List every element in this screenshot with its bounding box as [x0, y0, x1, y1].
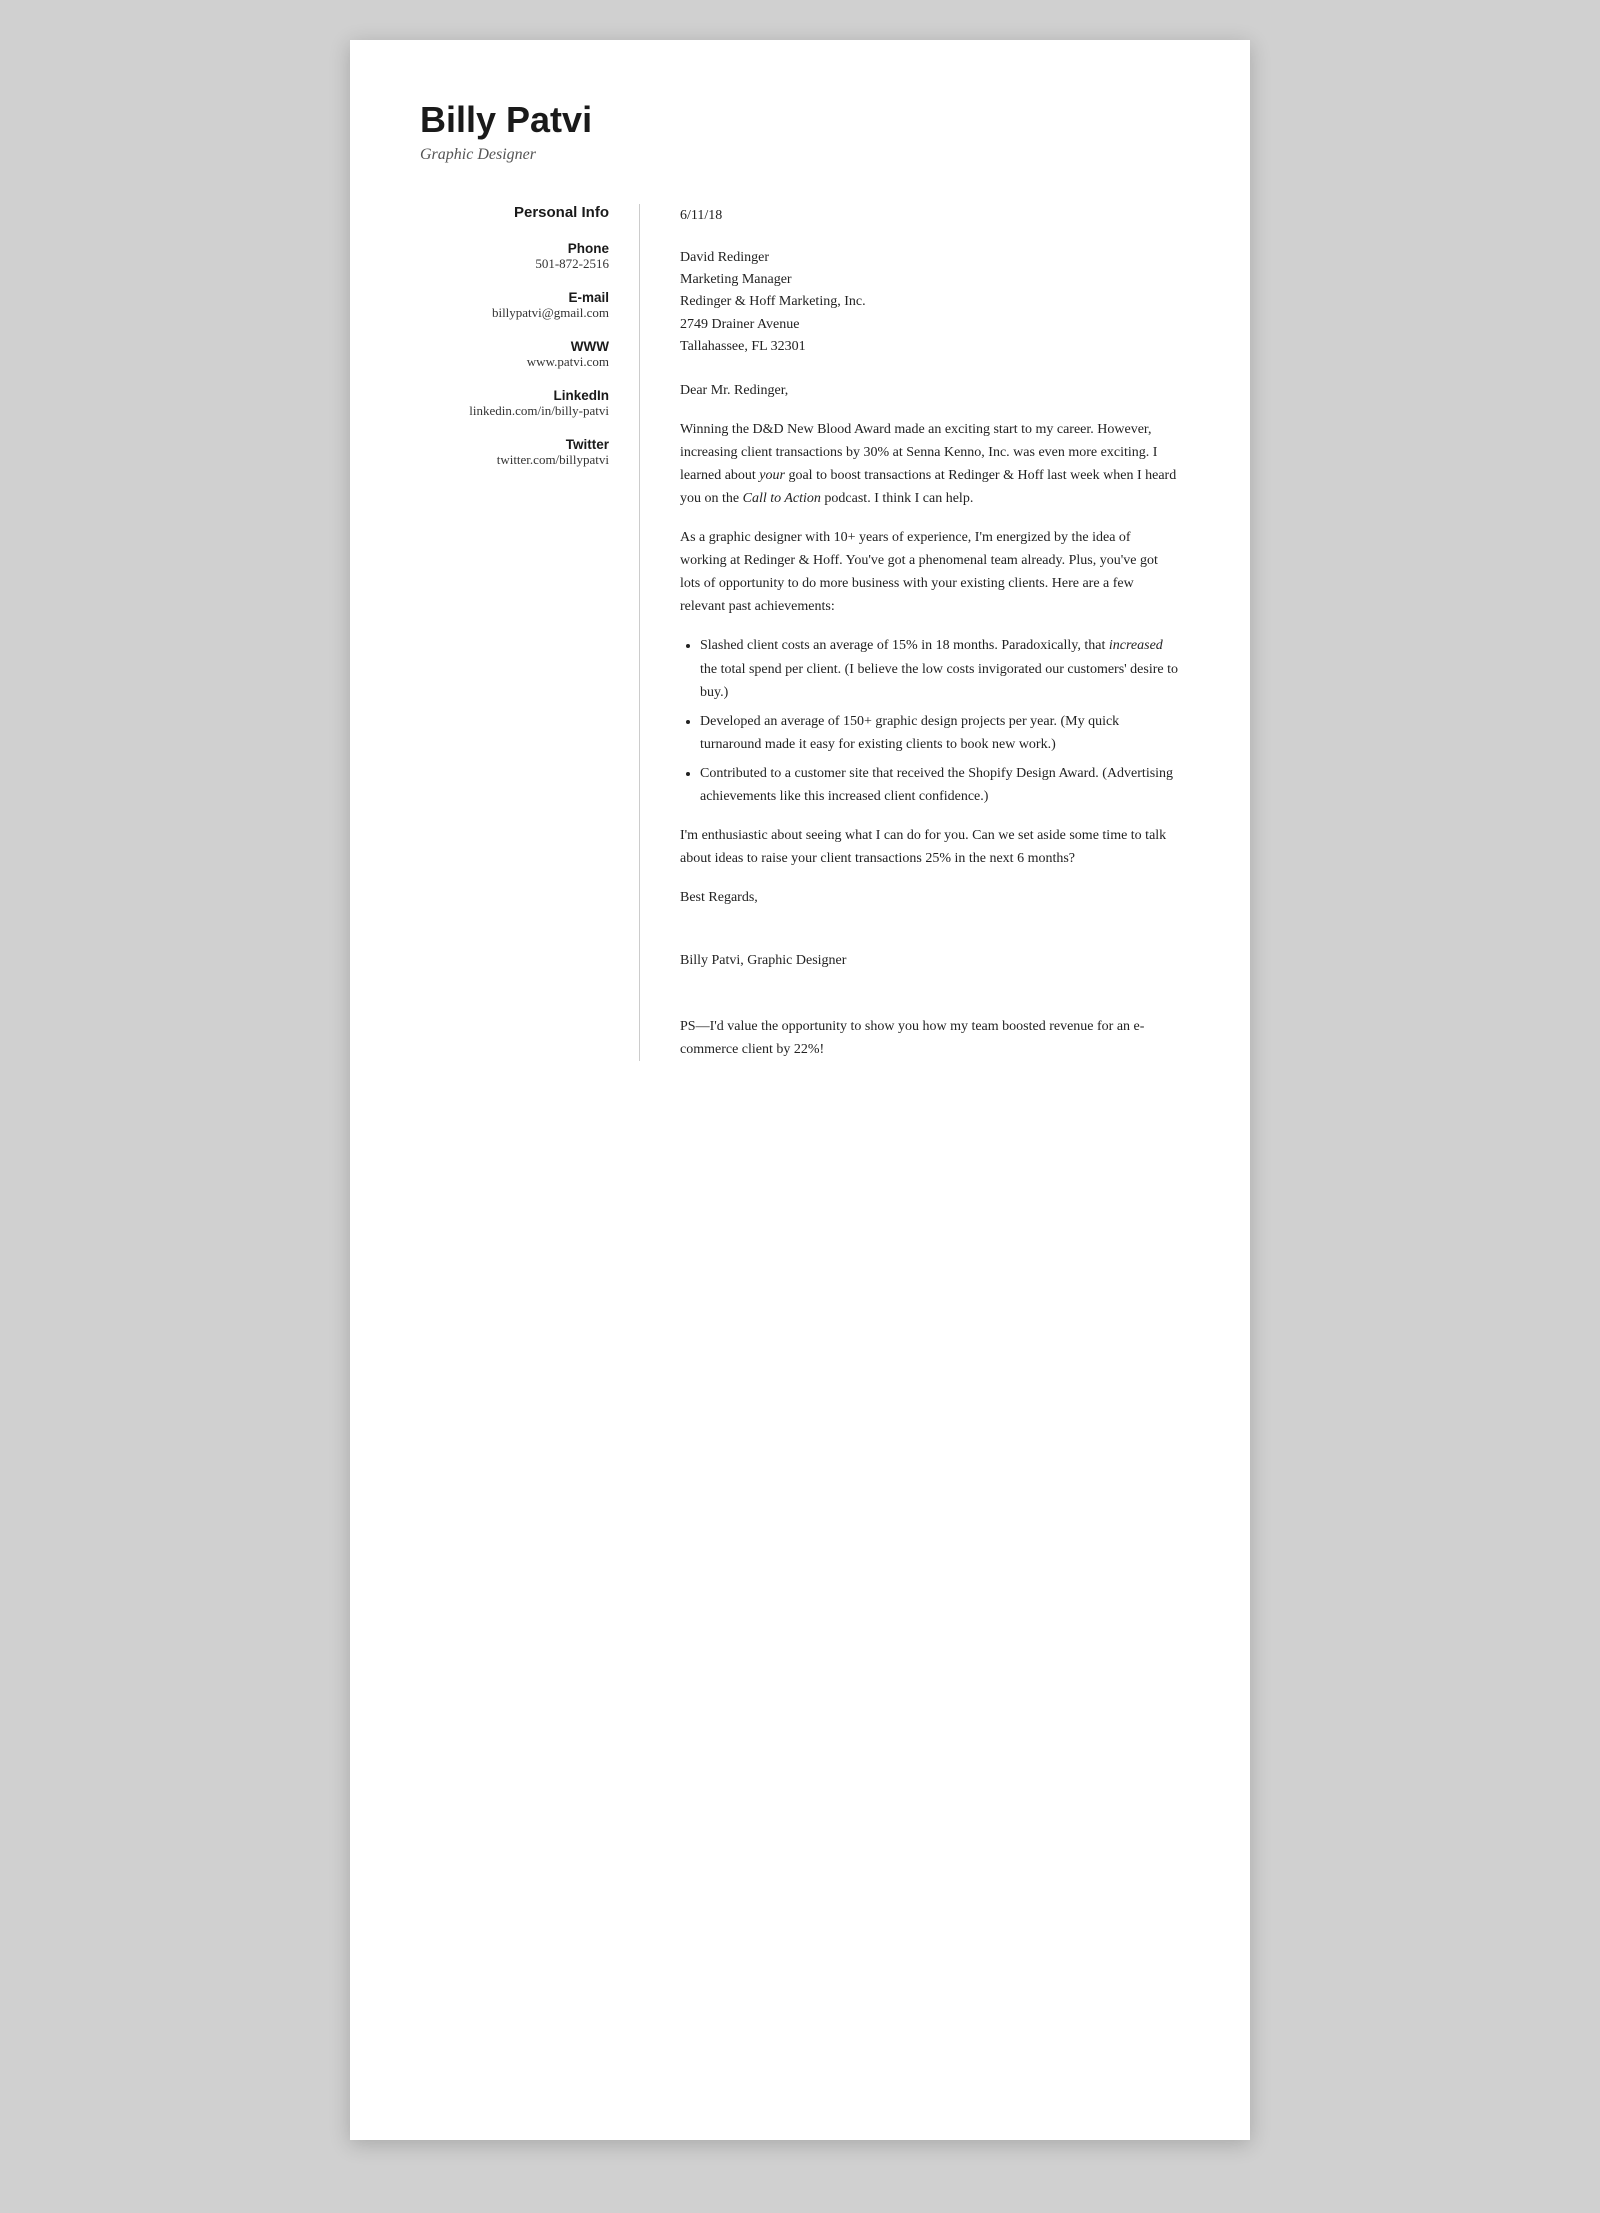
twitter-value: twitter.com/billypatvi [420, 452, 609, 468]
bullet-item-3: Contributed to a customer site that rece… [700, 762, 1180, 808]
signature-text: Billy Patvi, Graphic Designer [680, 953, 846, 968]
recipient-city: Tallahassee, FL 32301 [680, 336, 1180, 358]
salutation: Dear Mr. Redinger, [680, 379, 1180, 402]
postscript: PS—I'd value the opportunity to show you… [680, 992, 1180, 1061]
p2-text: As a graphic designer with 10+ years of … [680, 530, 1158, 614]
signature: Billy Patvi, Graphic Designer [680, 925, 1180, 971]
applicant-title: Graphic Designer [420, 146, 1180, 164]
linkedin-value: linkedin.com/in/billy-patvi [420, 403, 609, 419]
resume-page: Billy Patvi Graphic Designer Personal In… [350, 40, 1250, 2140]
email-label: E-mail [420, 290, 609, 305]
bullet-1-italic: increased [1109, 638, 1163, 653]
www-value: www.patvi.com [420, 354, 609, 370]
paragraph-1: Winning the D&D New Blood Award made an … [680, 418, 1180, 510]
p1-italic-podcast: Call to Action [743, 491, 821, 506]
linkedin-label: LinkedIn [420, 388, 609, 403]
header: Billy Patvi Graphic Designer [420, 100, 1180, 164]
bullet-2-text: Developed an average of 150+ graphic des… [700, 714, 1119, 752]
paragraph-2: As a graphic designer with 10+ years of … [680, 526, 1180, 618]
email-value: billypatvi@gmail.com [420, 305, 609, 321]
sidebar-twitter: Twitter twitter.com/billypatvi [420, 437, 609, 468]
recipient-block: David Redinger Marketing Manager Redinge… [680, 247, 1180, 359]
recipient-address: 2749 Drainer Avenue [680, 314, 1180, 336]
sidebar: Personal Info Phone 501-872-2516 E-mail … [420, 204, 640, 1061]
twitter-label: Twitter [420, 437, 609, 452]
bullet-item-1: Slashed client costs an average of 15% i… [700, 634, 1180, 703]
bullet-item-2: Developed an average of 150+ graphic des… [700, 710, 1180, 756]
phone-label: Phone [420, 241, 609, 256]
recipient-company: Redinger & Hoff Marketing, Inc. [680, 291, 1180, 313]
letter-body: 6/11/18 David Redinger Marketing Manager… [640, 204, 1180, 1061]
sidebar-email: E-mail billypatvi@gmail.com [420, 290, 609, 321]
recipient-title: Marketing Manager [680, 269, 1180, 291]
letter-date: 6/11/18 [680, 204, 1180, 227]
sidebar-phone: Phone 501-872-2516 [420, 241, 609, 272]
phone-value: 501-872-2516 [420, 256, 609, 272]
closing: Best Regards, [680, 886, 1180, 909]
sidebar-www: WWW www.patvi.com [420, 339, 609, 370]
bullet-1-after: the total spend per client. (I believe t… [700, 662, 1178, 700]
bullet-1-before: Slashed client costs an average of 15% i… [700, 638, 1109, 653]
bullet-3-text: Contributed to a customer site that rece… [700, 766, 1173, 804]
sidebar-section-title: Personal Info [420, 204, 609, 221]
bullet-list: Slashed client costs an average of 15% i… [700, 634, 1180, 808]
p1-text-after: podcast. I think I can help. [821, 491, 973, 506]
applicant-name: Billy Patvi [420, 100, 1180, 140]
postscript-text: PS—I'd value the opportunity to show you… [680, 1019, 1144, 1057]
paragraph-3: I'm enthusiastic about seeing what I can… [680, 824, 1180, 870]
recipient-name: David Redinger [680, 247, 1180, 269]
p1-italic-your: your [759, 468, 785, 483]
sidebar-linkedin: LinkedIn linkedin.com/in/billy-patvi [420, 388, 609, 419]
p3-text: I'm enthusiastic about seeing what I can… [680, 828, 1166, 866]
main-content: Personal Info Phone 501-872-2516 E-mail … [420, 204, 1180, 1061]
www-label: WWW [420, 339, 609, 354]
